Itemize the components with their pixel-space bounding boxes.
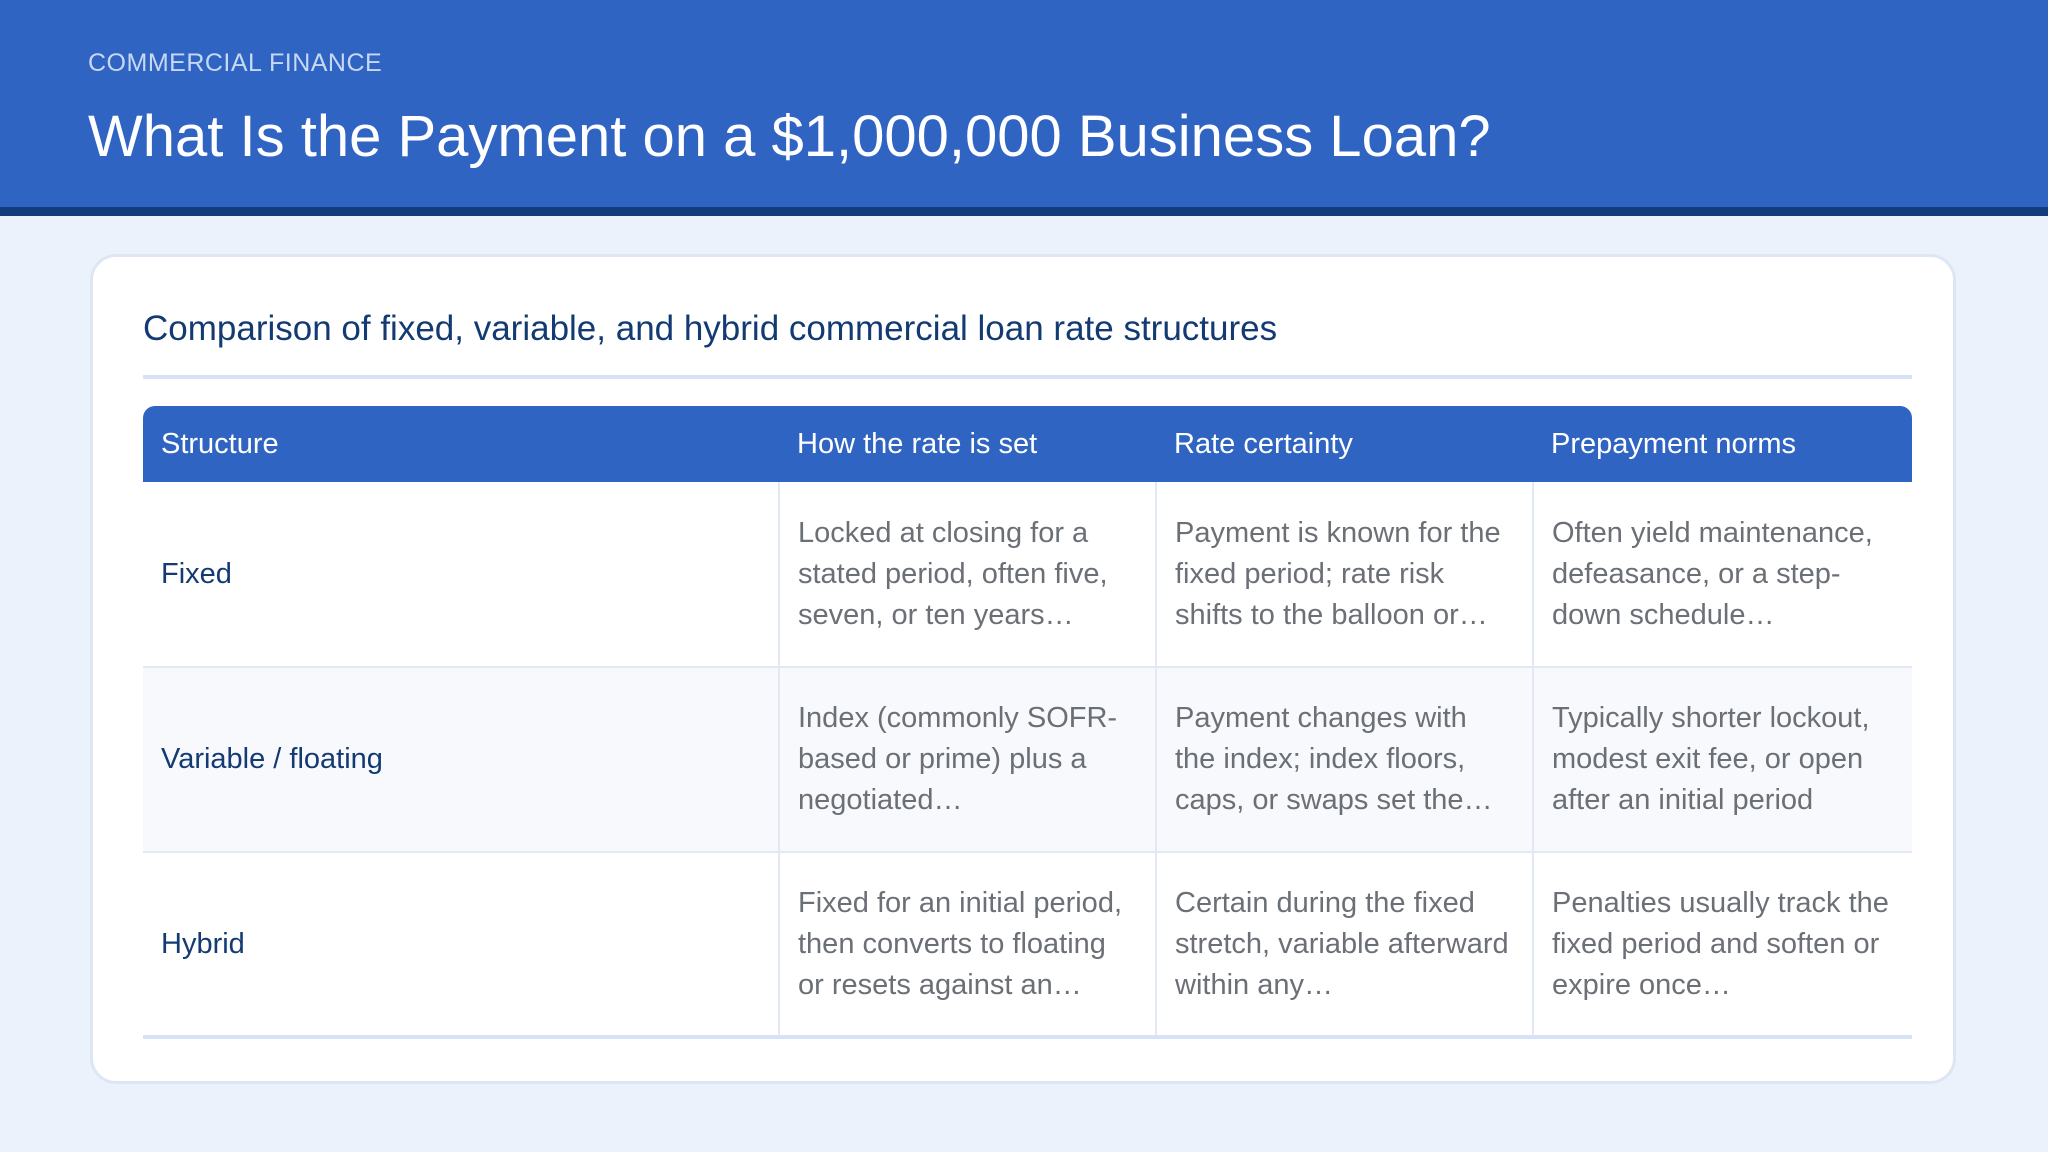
card-title: Comparison of fixed, variable, and hybri… [143,309,1278,348]
table-row: Hybrid Fixed for an initial period, then… [143,852,1912,1039]
how-rate-set-cell: Fixed for an initial period, then conver… [779,852,1157,1039]
rate-certainty-cell: Certain during the fixed stretch, variab… [1156,852,1534,1039]
column-header-rate-certainty: Rate certainty [1156,406,1533,482]
page-title: What Is the Payment on a $1,000,000 Busi… [88,104,1491,169]
table-header: Structure How the rate is set Rate certa… [143,406,1912,482]
column-header-how-rate-set: How the rate is set [779,406,1156,482]
how-rate-set-cell: Locked at closing for a stated period, o… [779,482,1157,668]
table-header-row: Structure How the rate is set Rate certa… [143,406,1912,482]
column-header-prepayment-norms: Prepayment norms [1533,406,1912,482]
page-header: COMMERCIAL FINANCE What Is the Payment o… [0,0,2048,216]
rate-certainty-cell: Payment is known for the fixed period; r… [1156,482,1534,668]
prepayment-norms-cell: Often yield maintenance, defeasance, or … [1533,482,1912,668]
structure-cell: Hybrid [143,852,780,1039]
table-row: Fixed Locked at closing for a stated per… [143,482,1912,668]
how-rate-set-cell: Index (commonly SOFR-based or prime) plu… [779,667,1157,853]
prepayment-norms-cell: Penalties usually track the fixed period… [1533,852,1912,1039]
rate-certainty-cell: Payment changes with the index; index fl… [1156,667,1534,853]
comparison-table: Structure How the rate is set Rate certa… [143,406,1912,1039]
comparison-card: Comparison of fixed, variable, and hybri… [90,254,1956,1084]
prepayment-norms-cell: Typically shorter lockout, modest exit f… [1533,667,1912,853]
column-header-structure: Structure [143,406,779,482]
category-eyebrow: COMMERCIAL FINANCE [88,49,383,77]
title-divider [143,375,1912,379]
table-row: Variable / floating Index (commonly SOFR… [143,667,1912,853]
structure-cell: Variable / floating [143,667,780,853]
structure-cell: Fixed [143,482,780,668]
